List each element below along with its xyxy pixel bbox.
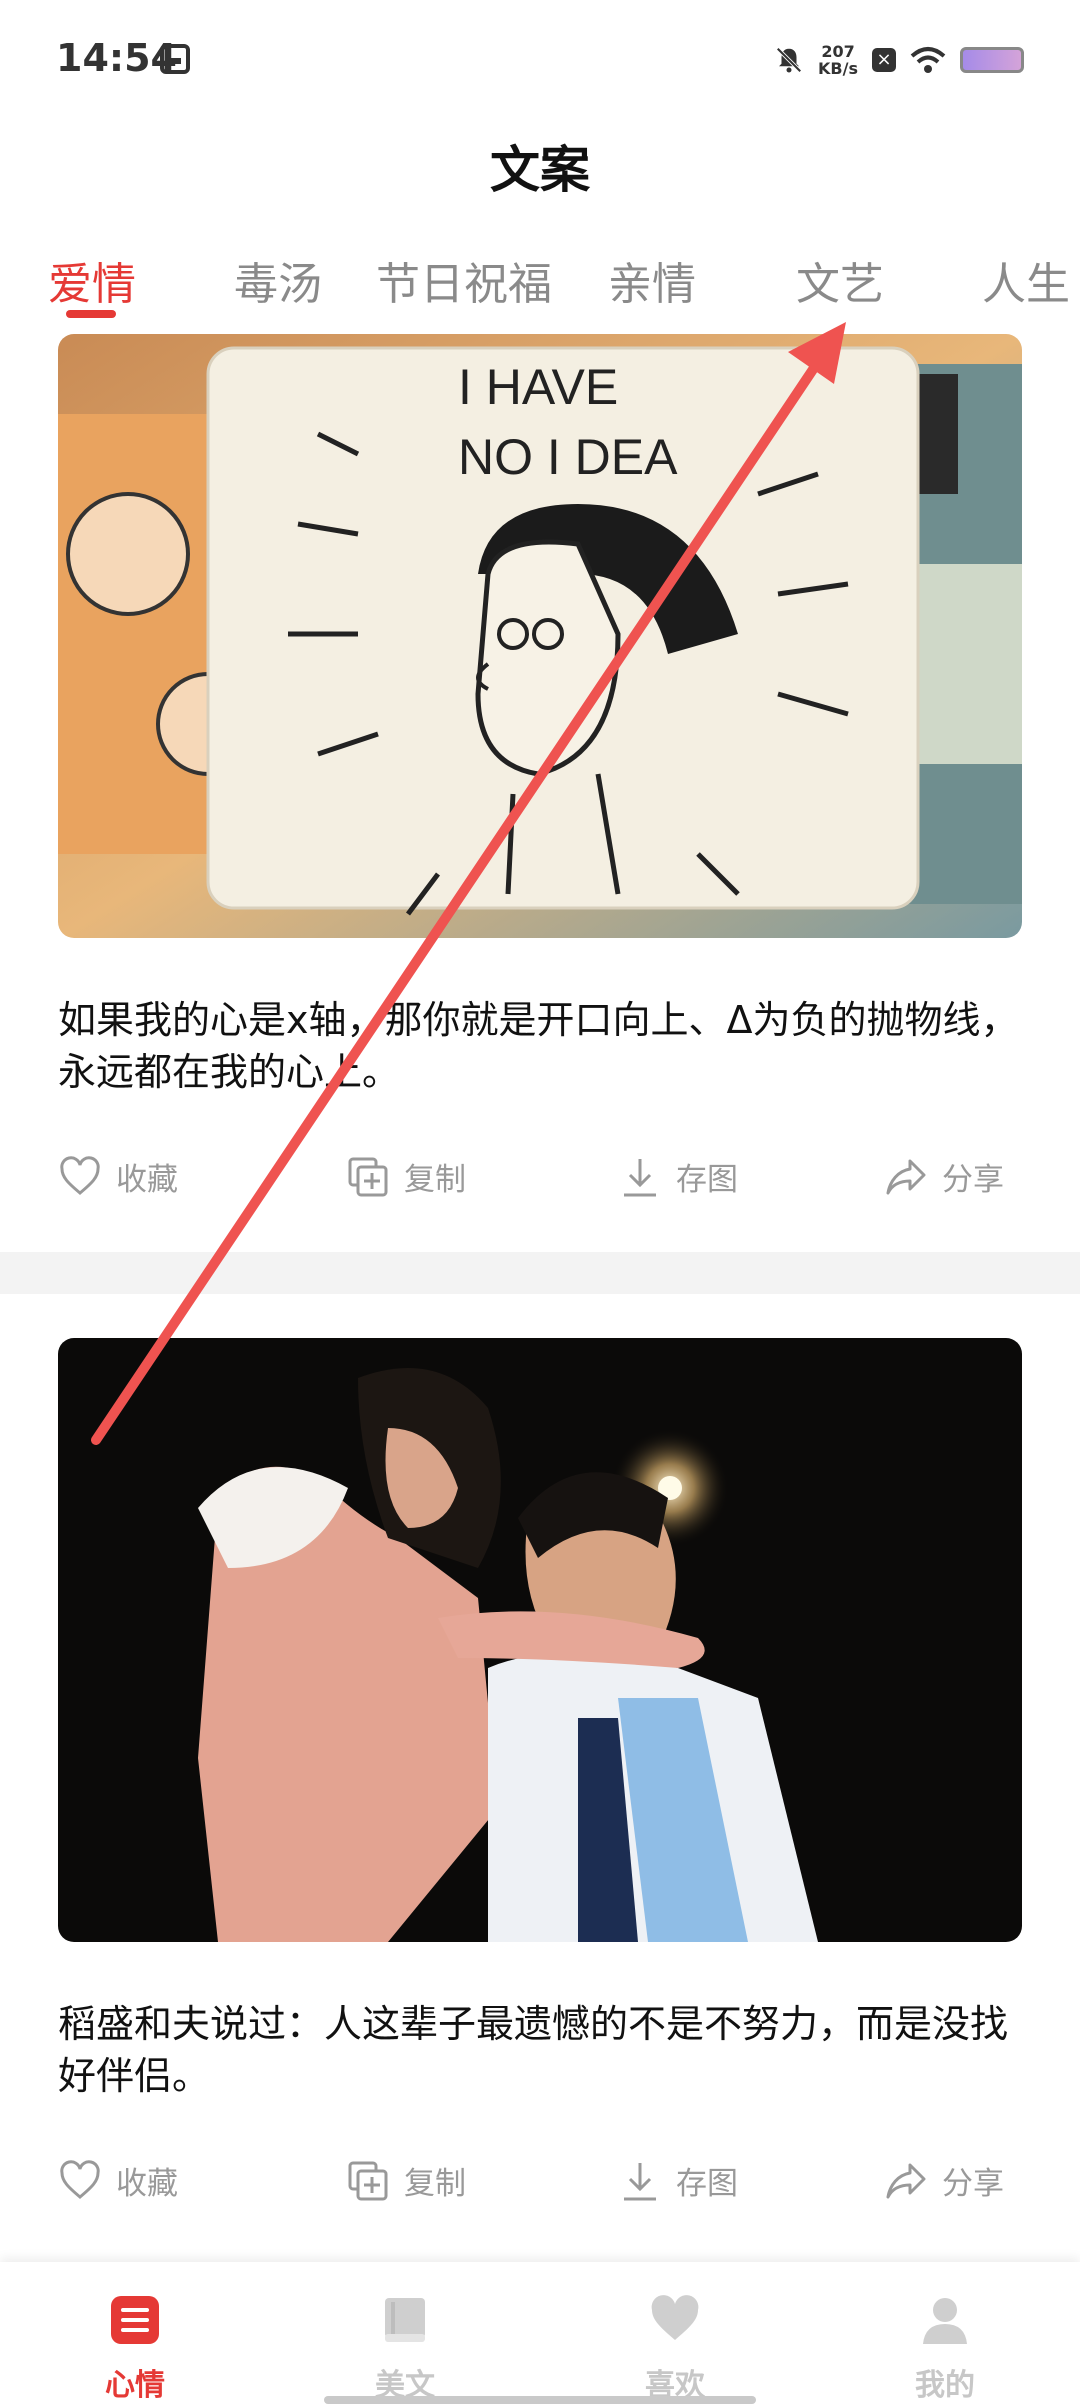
- nav-mine[interactable]: 我的: [885, 2262, 1005, 2408]
- nav-mood[interactable]: 心情: [75, 2262, 195, 2408]
- card-image[interactable]: [58, 1338, 1022, 1942]
- share-button[interactable]: 分享: [884, 1154, 1004, 1199]
- heart-outline-icon: [60, 1155, 100, 1195]
- quote-text: 稻盛和夫说过：人这辈子最遗憾的不是不努力，而是没找好伴侣。: [58, 2002, 1009, 2098]
- person-icon: [923, 2298, 967, 2344]
- save-image-button[interactable]: 存图: [618, 1154, 738, 1199]
- heart-icon: [651, 2295, 699, 2340]
- page-title: 文案: [490, 141, 590, 199]
- nav-articles[interactable]: 美文: [345, 2262, 465, 2408]
- network-speed-value: 207: [821, 42, 855, 61]
- share-icon: [886, 1159, 926, 1194]
- copy-label: 复制: [404, 1162, 466, 1198]
- bell-off-icon: [776, 47, 802, 73]
- battery-icon: [960, 47, 1024, 73]
- active-tab-indicator: [66, 310, 116, 318]
- save-image-label: 存图: [676, 2166, 738, 2202]
- mood-icon: [111, 2296, 159, 2344]
- download-icon: [624, 1158, 656, 1196]
- share-button[interactable]: 分享: [884, 2158, 1004, 2203]
- status-bar: 14:54 207 KB/s ×: [0, 0, 1080, 120]
- share-icon: [886, 2163, 926, 2198]
- tab-poison-soup[interactable]: 毒汤: [234, 248, 322, 312]
- category-tabs: 爱情 毒汤 节日祝福 亲情 文艺 人生: [0, 248, 1080, 328]
- nav-mine-label: 我的: [915, 2368, 975, 2403]
- save-image-label: 存图: [676, 1162, 738, 1198]
- favorite-label: 收藏: [116, 1162, 178, 1198]
- card-divider: [0, 1252, 1080, 1294]
- photo-image: [58, 1338, 1022, 1942]
- share-label: 分享: [942, 2166, 1004, 2202]
- copy-icon: [348, 2161, 388, 2200]
- favorite-label: 收藏: [116, 2166, 178, 2202]
- status-time: 14:54: [56, 36, 177, 80]
- favorite-button[interactable]: 收藏: [58, 1154, 178, 1199]
- network-speed-unit: KB/s: [818, 59, 858, 78]
- home-indicator: [324, 2396, 756, 2404]
- heart-outline-icon: [60, 2159, 100, 2199]
- quote-text: 如果我的心是x轴，那你就是开口向上、Δ为负的抛物线，永远都在我的心上。: [58, 998, 1019, 1094]
- sim-off-icon: ×: [872, 48, 896, 72]
- tab-family[interactable]: 亲情: [608, 248, 696, 312]
- network-speed: 207 KB/s: [818, 43, 858, 77]
- image-caption-line1: I HAVE: [458, 359, 618, 415]
- copy-button[interactable]: 复制: [346, 2158, 466, 2203]
- wifi-icon: [910, 47, 946, 73]
- nav-likes[interactable]: 喜欢: [615, 2262, 735, 2408]
- card-actions: 收藏 复制 存图 分享: [0, 1154, 1080, 1214]
- card-actions: 收藏 复制 存图 分享: [0, 2158, 1080, 2218]
- tab-love[interactable]: 爱情: [48, 248, 136, 312]
- tab-holiday-wishes[interactable]: 节日祝福: [376, 248, 552, 312]
- status-icons: 207 KB/s ×: [774, 40, 1024, 80]
- book-icon: [385, 2298, 425, 2342]
- calendar-icon: [160, 44, 190, 74]
- tab-literary[interactable]: 文艺: [796, 248, 884, 312]
- image-caption-line2: NO I DEA: [458, 429, 678, 485]
- tab-life[interactable]: 人生: [982, 248, 1070, 312]
- copy-icon: [348, 1157, 388, 1196]
- copy-button[interactable]: 复制: [346, 1154, 466, 1199]
- save-image-button[interactable]: 存图: [618, 2158, 738, 2203]
- download-icon: [624, 2162, 656, 2200]
- card-image[interactable]: I HAVE NO I DEA: [58, 334, 1022, 938]
- illustration-image: I HAVE NO I DEA: [58, 334, 1022, 938]
- favorite-button[interactable]: 收藏: [58, 2158, 178, 2203]
- share-label: 分享: [942, 1162, 1004, 1198]
- copy-label: 复制: [404, 2166, 466, 2202]
- nav-mood-label: 心情: [105, 2368, 165, 2403]
- bottom-nav: 心情 美文 喜欢 我的: [0, 2262, 1080, 2408]
